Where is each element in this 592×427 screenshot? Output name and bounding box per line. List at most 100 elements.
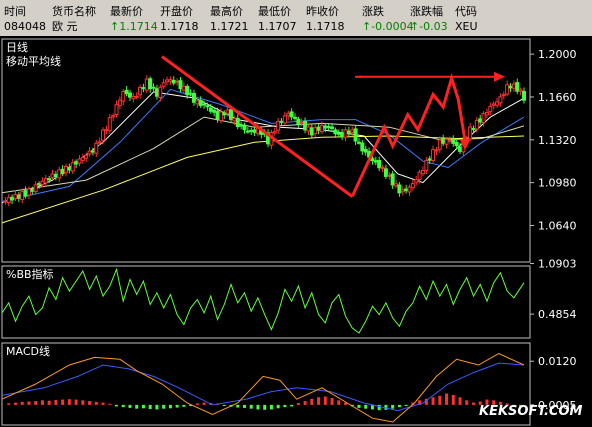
candle-body xyxy=(30,189,35,192)
candle-body xyxy=(394,183,399,187)
candle-body xyxy=(441,138,446,144)
candle-body xyxy=(242,125,247,131)
macd-histogram-bar xyxy=(269,404,273,410)
macd-histogram-bar xyxy=(337,400,341,405)
quote-value-low: 1.1707 xyxy=(258,20,297,33)
candle-body xyxy=(431,149,436,162)
candle-body xyxy=(484,112,489,116)
macd-histogram-bar xyxy=(323,396,327,405)
quote-header-change: 涨跌 xyxy=(362,5,384,18)
candle-body xyxy=(161,82,166,87)
price-ytick-label-1: 1.1660 xyxy=(538,91,577,104)
candle-body xyxy=(239,124,244,127)
candle-body xyxy=(40,180,45,185)
candle-body xyxy=(67,166,72,171)
candle-body xyxy=(350,129,355,133)
quote-value-currency: 欧 元 xyxy=(52,20,78,33)
candle-body xyxy=(474,119,479,130)
candle-body xyxy=(326,126,331,129)
candle-body xyxy=(141,86,146,90)
candle-body xyxy=(168,79,173,82)
macd-histogram-bar xyxy=(182,404,186,407)
macd-histogram-bar xyxy=(236,404,240,408)
macd-histogram-bar xyxy=(364,404,368,409)
macd-histogram-bar xyxy=(128,404,132,408)
candle-body xyxy=(97,141,102,144)
macd-histogram-bar xyxy=(7,403,11,405)
candle-body xyxy=(444,138,449,145)
candle-body xyxy=(309,127,314,136)
candle-body xyxy=(404,188,409,192)
candle-body xyxy=(333,129,338,135)
macd-histogram-bar xyxy=(263,404,267,410)
macd-histogram-bar xyxy=(94,401,98,405)
quote-value-open: 1.1718 xyxy=(160,20,199,33)
macd-histogram-bar xyxy=(34,401,38,405)
candle-body xyxy=(87,150,92,155)
candle-body xyxy=(252,129,257,133)
candle-body xyxy=(434,149,439,152)
candle-body xyxy=(181,85,186,91)
candle-body xyxy=(319,125,324,133)
quote-bar: 时间 货币名称 最新价 开盘价 最高价 最低价 昨收价 涨跌 涨跌幅 代码 084048 欧 元 ↑1.… xyxy=(0,0,592,36)
macd-histogram-bar xyxy=(27,401,31,405)
candle-body xyxy=(454,142,459,147)
macd-histogram-bar xyxy=(458,397,462,405)
candle-body xyxy=(407,186,412,193)
candle-body xyxy=(417,171,422,181)
candle-body xyxy=(171,79,176,84)
candle-body xyxy=(458,146,463,152)
bb-ytick-label-1: 0.4854 xyxy=(538,308,577,321)
candle-body xyxy=(6,197,11,204)
candle-body xyxy=(127,92,132,98)
candle-body xyxy=(101,129,106,141)
candle-body xyxy=(522,90,526,101)
candle-body xyxy=(57,169,62,179)
macd-histogram-bar xyxy=(296,402,300,405)
candle-body xyxy=(158,86,163,98)
candle-body xyxy=(427,158,432,161)
macd-histogram-bar xyxy=(47,400,51,405)
candle-body xyxy=(437,139,442,150)
candle-body xyxy=(121,91,126,102)
macd-histogram-bar xyxy=(256,404,260,410)
macd-histogram-bar xyxy=(40,400,44,405)
candle-body xyxy=(343,129,348,138)
candle-body xyxy=(188,92,193,95)
candle-body xyxy=(20,191,25,200)
candle-body xyxy=(37,183,42,186)
macd-histogram-bar xyxy=(303,401,307,405)
price-ytick-label-4: 1.0640 xyxy=(538,219,577,232)
candle-body xyxy=(13,193,18,200)
price-title: 日线 xyxy=(6,40,28,54)
candle-body xyxy=(94,142,99,154)
macd-histogram-bar xyxy=(162,404,166,409)
candle-body xyxy=(316,126,321,131)
bb-ytick-label-0: 1.0903 xyxy=(538,257,577,270)
macd-ytick-label-0: 0.0120 xyxy=(538,355,577,368)
macd-histogram-bar xyxy=(108,403,112,405)
candle-body xyxy=(154,88,159,97)
candle-body xyxy=(272,131,277,134)
macd-title: MACD线 xyxy=(6,344,50,358)
macd-histogram-bar xyxy=(148,404,152,410)
macd-histogram-bar xyxy=(74,399,78,405)
price-subtitle: 移动平均线 xyxy=(6,54,61,68)
candle-body xyxy=(245,130,250,133)
candle-body xyxy=(501,94,506,97)
macd-histogram-bar xyxy=(249,404,253,409)
candle-body xyxy=(111,115,116,118)
candle-body xyxy=(508,85,513,89)
candle-body xyxy=(215,110,220,120)
candle-body xyxy=(478,118,483,123)
candle-body xyxy=(3,200,8,203)
candle-body xyxy=(43,178,48,184)
candle-body xyxy=(70,162,75,172)
macd-histogram-bar xyxy=(202,402,206,405)
watermark-logo: KEKSOFT.COM xyxy=(479,404,583,419)
candle-body xyxy=(208,107,213,112)
macd-histogram-bar xyxy=(310,398,314,405)
candle-body xyxy=(114,104,119,116)
macd-histogram-bar xyxy=(155,404,159,410)
candle-body xyxy=(26,188,31,196)
